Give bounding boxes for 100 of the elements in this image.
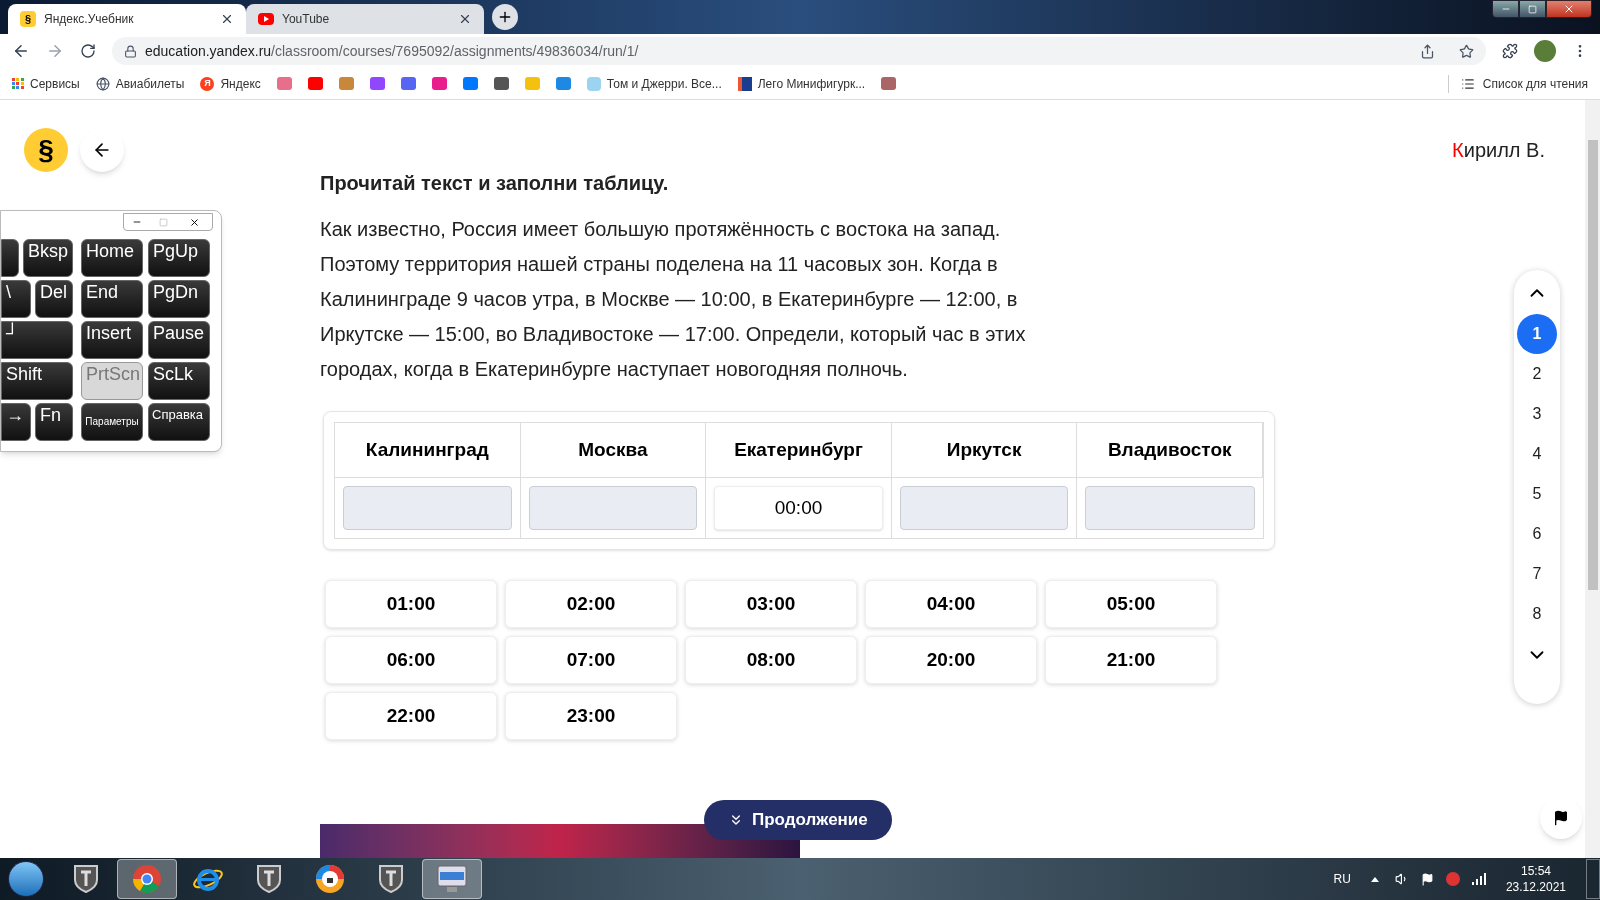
- new-tab-button[interactable]: [492, 4, 518, 30]
- answer-field[interactable]: [343, 486, 512, 530]
- bookmark-icon[interactable]: [369, 77, 385, 90]
- forward-icon[interactable]: [46, 42, 64, 60]
- keyboard-key[interactable]: ScLk: [148, 362, 210, 400]
- answer-field[interactable]: [899, 486, 1069, 530]
- keyboard-key[interactable]: Home: [81, 239, 143, 277]
- share-icon[interactable]: [1420, 43, 1435, 59]
- browser-tab[interactable]: § Яндекс.Учебник: [8, 4, 246, 34]
- bookmark-icon[interactable]: [493, 77, 509, 90]
- time-option[interactable]: 01:00: [325, 580, 497, 628]
- keyboard-key[interactable]: Del: [35, 280, 73, 318]
- keyboard-key[interactable]: Fn: [35, 403, 73, 441]
- scrollbar[interactable]: [1585, 100, 1600, 858]
- question-number[interactable]: 1: [1517, 314, 1557, 354]
- keyboard-key[interactable]: [1, 239, 19, 277]
- show-desktop-button[interactable]: [1586, 859, 1600, 899]
- minimize-button[interactable]: [1492, 0, 1519, 18]
- question-number[interactable]: 4: [1517, 434, 1557, 474]
- bookmark-link[interactable]: Сервисы: [12, 74, 80, 93]
- bookmark-link[interactable]: Лего Минифигурк...: [737, 74, 866, 93]
- reload-icon[interactable]: [80, 43, 96, 59]
- bookmark-link[interactable]: Авиабилеты: [95, 74, 185, 93]
- close-button[interactable]: [1546, 0, 1592, 18]
- show-hidden-icon[interactable]: [1370, 876, 1379, 882]
- clock[interactable]: 15:54 23.12.2021: [1505, 863, 1566, 895]
- keyboard-key[interactable]: Shift: [1, 362, 73, 400]
- time-option[interactable]: 03:00: [685, 580, 857, 628]
- clock-time: 15:54: [1520, 863, 1551, 879]
- network-warning-icon[interactable]: [1445, 872, 1460, 886]
- flag-icon[interactable]: [1420, 872, 1434, 886]
- time-option[interactable]: 02:00: [505, 580, 677, 628]
- reading-list-link[interactable]: Список для чтения: [1447, 74, 1588, 93]
- keyboard-key[interactable]: Справка: [148, 403, 210, 441]
- answer-field[interactable]: 00:00: [714, 486, 883, 530]
- flag-button[interactable]: [1540, 797, 1582, 839]
- shield-emblem-icon: [73, 864, 99, 894]
- time-option[interactable]: 21:00: [1045, 636, 1217, 684]
- answer-field[interactable]: [528, 486, 698, 530]
- question-number[interactable]: 8: [1517, 594, 1557, 634]
- time-option[interactable]: 07:00: [505, 636, 677, 684]
- keyboard-key[interactable]: →: [1, 403, 31, 441]
- keyboard-key[interactable]: End: [81, 280, 143, 318]
- bookmark-icon[interactable]: [400, 77, 416, 90]
- language-indicator[interactable]: RU: [1333, 870, 1351, 888]
- time-option[interactable]: 22:00: [325, 692, 497, 740]
- lock-icon: [124, 44, 137, 58]
- keyboard-key[interactable]: PgUp: [148, 239, 210, 277]
- star-icon[interactable]: [1459, 43, 1474, 59]
- logo-icon[interactable]: §: [24, 128, 68, 172]
- close-icon[interactable]: [220, 12, 234, 26]
- start-button[interactable]: [8, 861, 44, 897]
- keyboard-key[interactable]: PgDn: [148, 280, 210, 318]
- time-option[interactable]: 20:00: [865, 636, 1037, 684]
- extensions-icon[interactable]: [1502, 43, 1518, 59]
- bookmark-icon[interactable]: [307, 77, 323, 90]
- task-title: Прочитай текст и заполни таблицу.: [320, 171, 670, 196]
- clock-date: 23.12.2021: [1505, 879, 1566, 895]
- continue-button[interactable]: Продолжение: [704, 800, 892, 840]
- time-option[interactable]: 08:00: [685, 636, 857, 684]
- keyboard-key[interactable]: Insert: [81, 321, 143, 359]
- question-number[interactable]: 5: [1517, 474, 1557, 514]
- user-name[interactable]: Кирилл В.: [1452, 135, 1545, 165]
- time-option[interactable]: 05:00: [1045, 580, 1217, 628]
- time-option[interactable]: 04:00: [865, 580, 1037, 628]
- question-number[interactable]: 7: [1517, 554, 1557, 594]
- time-option[interactable]: 06:00: [325, 636, 497, 684]
- browser-logo-icon: [132, 864, 162, 894]
- back-button[interactable]: [80, 128, 124, 172]
- answer-field[interactable]: [1085, 486, 1255, 530]
- browser-logo-icon: [315, 864, 345, 894]
- shield-emblem-icon: [378, 864, 404, 894]
- bookmark-icon[interactable]: [881, 77, 897, 90]
- close-icon: [1563, 3, 1575, 15]
- question-number[interactable]: 2: [1517, 354, 1557, 394]
- bookmark-icon[interactable]: [555, 77, 571, 90]
- close-icon[interactable]: [458, 12, 472, 26]
- keyboard-key[interactable]: Bksp: [22, 239, 73, 277]
- bookmark-label: Яндекс: [220, 75, 261, 93]
- keyboard-key[interactable]: ┘: [1, 321, 73, 359]
- tab-logo: §: [20, 11, 36, 27]
- restore-button[interactable]: [1519, 0, 1546, 18]
- bookmark-icon[interactable]: [431, 77, 447, 90]
- bookmark-link[interactable]: Том и Джерри. Все...: [586, 74, 722, 93]
- apps-grid-icon: [12, 77, 24, 90]
- browser-tab[interactable]: YouTube: [246, 4, 484, 34]
- time-option[interactable]: 23:00: [505, 692, 677, 740]
- keyboard-key[interactable]: \: [1, 280, 31, 318]
- address-field[interactable]: education.yandex.ru/classroom/courses/7695092/assignments/49836034/run/1/: [112, 37, 1486, 65]
- bookmark-link[interactable]: Я Яндекс: [200, 74, 261, 93]
- flag-icon: [1553, 810, 1569, 826]
- signal-bars-icon[interactable]: [1471, 873, 1486, 885]
- keyboard-key[interactable]: Параметры: [81, 403, 143, 441]
- bookmark-icon[interactable]: [462, 77, 478, 90]
- column-header: Екатеринбург: [706, 423, 892, 478]
- question-number[interactable]: 3: [1517, 394, 1557, 434]
- avatar-icon[interactable]: [1534, 40, 1556, 62]
- keyboard-key[interactable]: Pause: [148, 321, 210, 359]
- back-icon[interactable]: [12, 42, 30, 60]
- question-number[interactable]: 6: [1517, 514, 1557, 554]
